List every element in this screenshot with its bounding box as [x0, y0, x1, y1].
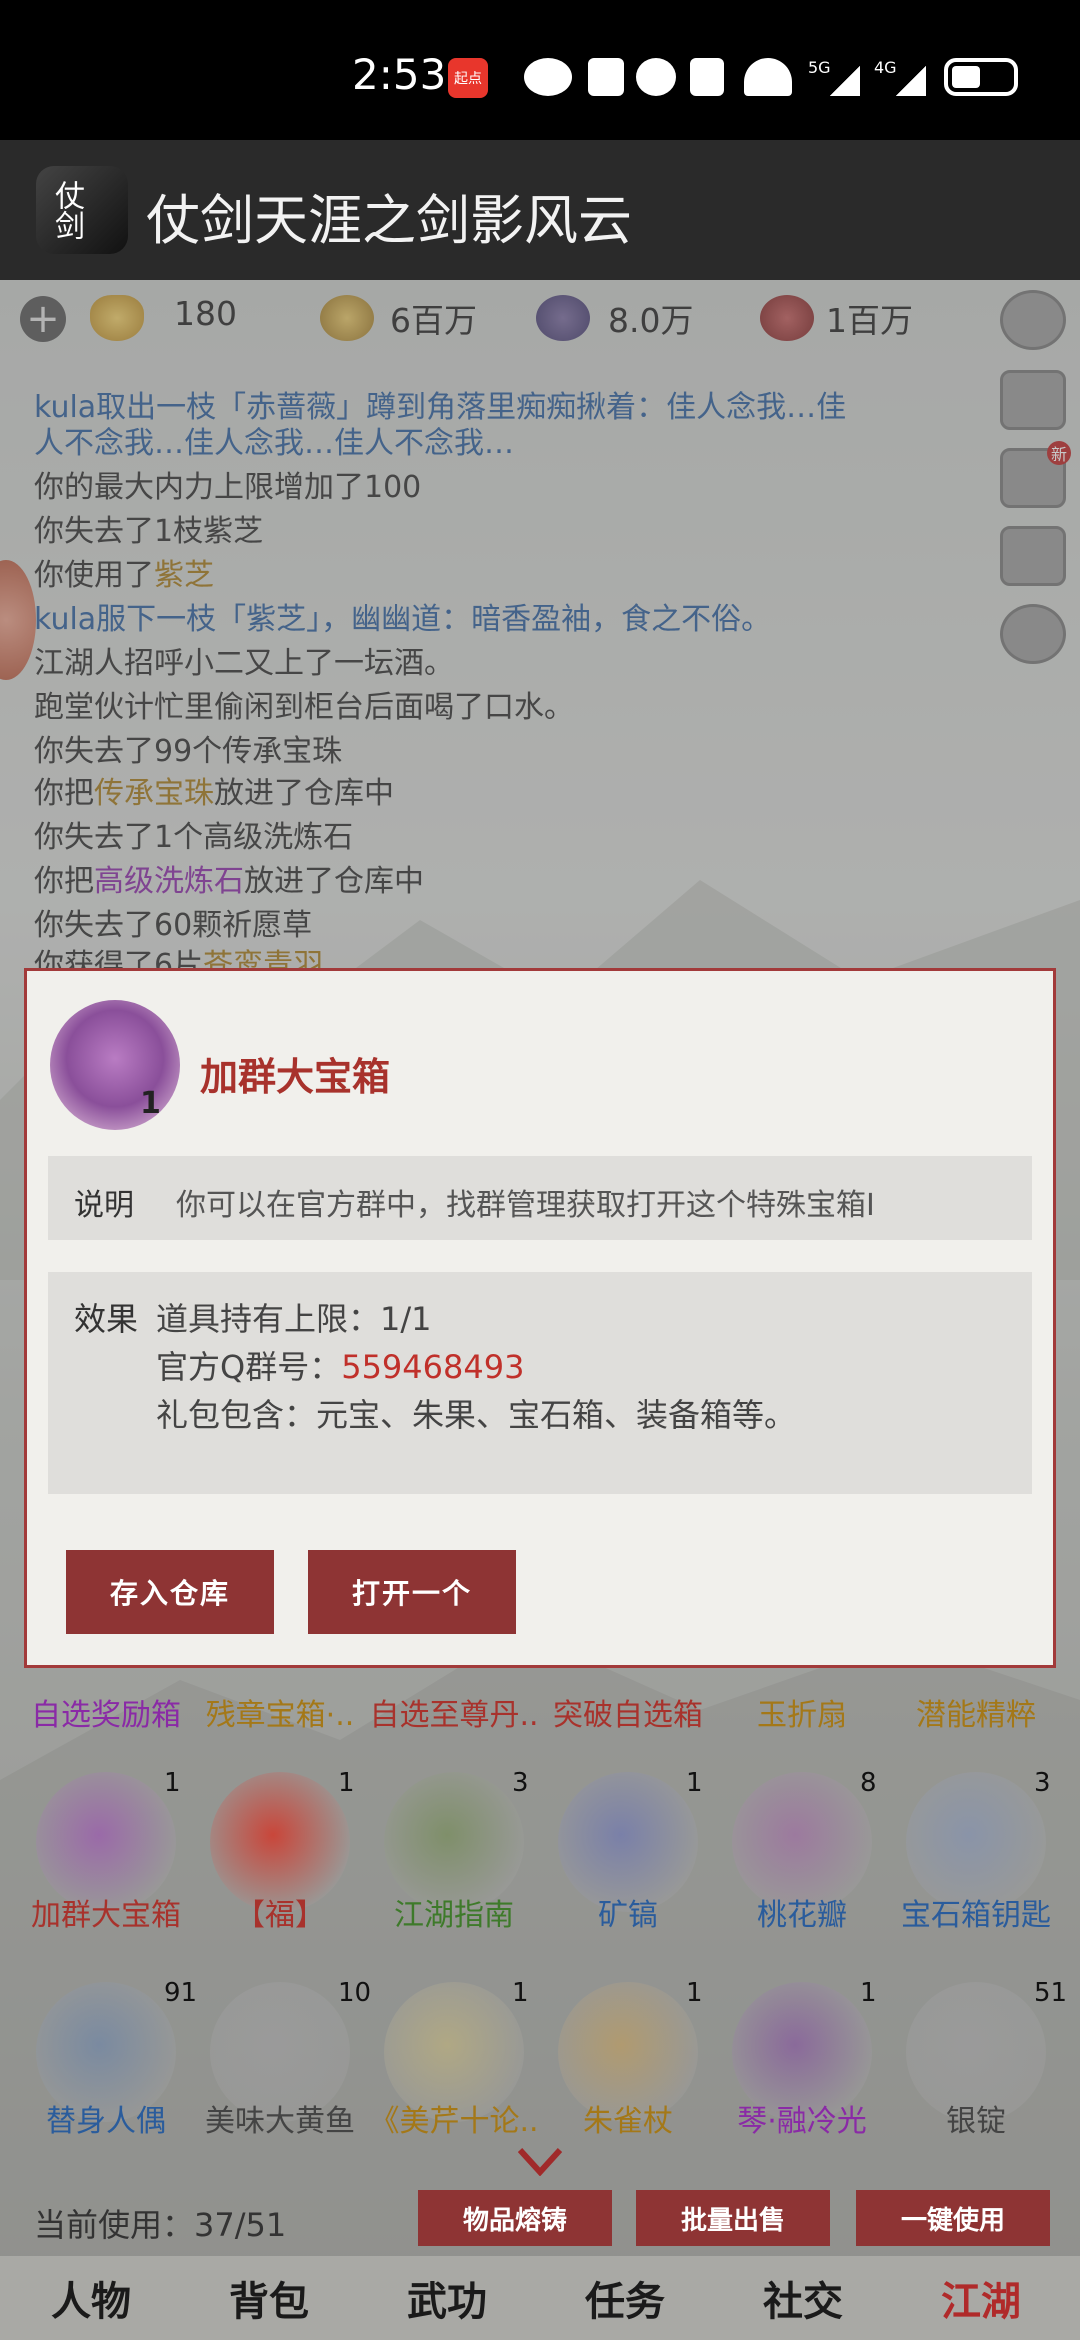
effect-label: 效果 [74, 1300, 139, 1338]
4g-signal-icon: 4G [874, 58, 926, 96]
open-one-button[interactable]: 打开一个 [308, 1550, 516, 1634]
tab-social[interactable]: 社交 [718, 2260, 888, 2336]
inventory-item-label[interactable]: 残章宝箱·.. [192, 1690, 368, 1734]
app-logo: 仗剑 [36, 166, 128, 254]
effect-group-line: 官方Q群号：559468493 [156, 1342, 524, 1388]
tab-martial-arts[interactable]: 武功 [362, 2260, 532, 2336]
use-all-button[interactable]: 一键使用 [856, 2190, 1050, 2246]
5g-label: 5G [808, 58, 831, 77]
inventory-item-label[interactable]: 替身人偶 [18, 2096, 194, 2140]
description-label: 说明 [74, 1188, 134, 1223]
app-logo-text: 仗剑 [49, 180, 84, 240]
inventory-item-label[interactable]: 朱雀杖 [540, 2096, 716, 2140]
inventory-item-count: 51 [1034, 1978, 1068, 2008]
inventory-item-count: 3 [512, 1768, 529, 1798]
effect-package-contents: 礼包包含：元宝、朱果、宝石箱、装备箱等。 [156, 1396, 797, 1434]
app-title: 仗剑天涯之剑影风云 [146, 189, 632, 252]
chevron-down-icon[interactable] [518, 2146, 562, 2176]
store-warehouse-button[interactable]: 存入仓库 [66, 1550, 274, 1634]
inventory-item-count: 10 [338, 1978, 372, 2008]
inventory-item-count: 3 [1034, 1768, 1051, 1798]
inventory-item-label[interactable]: 加群大宝箱 [18, 1890, 194, 1934]
description-text: 你可以在官方群中，找群管理获取打开这个特殊宝箱I [176, 1188, 875, 1223]
inventory-item-count: 1 [686, 1978, 703, 2008]
qidian-notification-icon: 起点 [448, 58, 488, 98]
inventory-item-label[interactable]: 银锭 [888, 2096, 1064, 2140]
inventory-item-label[interactable]: 《美芹十论.. [366, 2096, 542, 2140]
item-count: 1 [140, 1086, 161, 1121]
vibrate-icon [690, 58, 724, 96]
inventory-item-label[interactable]: 【福】 [192, 1890, 368, 1934]
inventory-item-label[interactable]: 美味大黄鱼 [192, 2096, 368, 2140]
inventory-item-label[interactable]: 自选至尊丹.. [366, 1690, 542, 1734]
qidian-notification-label: 起点 [454, 71, 482, 87]
tab-jianghu[interactable]: 江湖 [896, 2260, 1066, 2336]
item-name: 加群大宝箱 [200, 1054, 391, 1099]
effect-holding-limit: 道具持有上限：1/1 [156, 1300, 432, 1338]
inventory-item-count: 1 [686, 1768, 703, 1798]
inventory-item-count: 1 [860, 1978, 877, 2008]
battery-icon [944, 58, 1018, 96]
inventory-item-label[interactable]: 桃花瓣 [714, 1890, 890, 1934]
inventory-item-label[interactable]: 矿镐 [540, 1890, 716, 1934]
5g-signal-icon: 5G [808, 58, 860, 96]
inventory-item-label[interactable]: 琴·融冷光 [714, 2096, 890, 2140]
inventory-item-label[interactable]: 突破自选箱 [540, 1690, 716, 1734]
inventory-item-count: 91 [164, 1978, 198, 2008]
inventory-item-count: 1 [512, 1978, 529, 2008]
inventory-item-label[interactable]: 玉折扇 [714, 1690, 890, 1734]
smelt-button[interactable]: 物品熔铸 [418, 2190, 612, 2246]
inventory-item-label[interactable]: 潜能精粹 [888, 1690, 1064, 1734]
status-time: 2:53 [352, 50, 447, 99]
inventory-item-count: 8 [860, 1768, 877, 1798]
4g-label: 4G [874, 58, 897, 77]
batch-sell-button[interactable]: 批量出售 [636, 2190, 830, 2246]
group-number[interactable]: 559468493 [341, 1348, 524, 1386]
tab-backpack[interactable]: 背包 [184, 2260, 354, 2336]
inventory-item-label[interactable]: 江湖指南 [366, 1890, 542, 1934]
group-number-prefix: 官方Q群号： [156, 1348, 342, 1386]
inventory-item-label[interactable]: 自选奖励箱 [18, 1690, 194, 1734]
inventory-item-label[interactable]: 宝石箱钥匙 [888, 1890, 1064, 1934]
inventory-item-count: 1 [164, 1768, 181, 1798]
nfc-icon [588, 58, 624, 96]
tab-quests[interactable]: 任务 [540, 2260, 710, 2336]
inventory-item-count: 1 [338, 1768, 355, 1798]
alarm-icon [636, 58, 676, 96]
usage-count: 当前使用：37/51 [34, 2206, 287, 2244]
tab-character[interactable]: 人物 [6, 2260, 176, 2336]
eye-icon [524, 58, 572, 96]
